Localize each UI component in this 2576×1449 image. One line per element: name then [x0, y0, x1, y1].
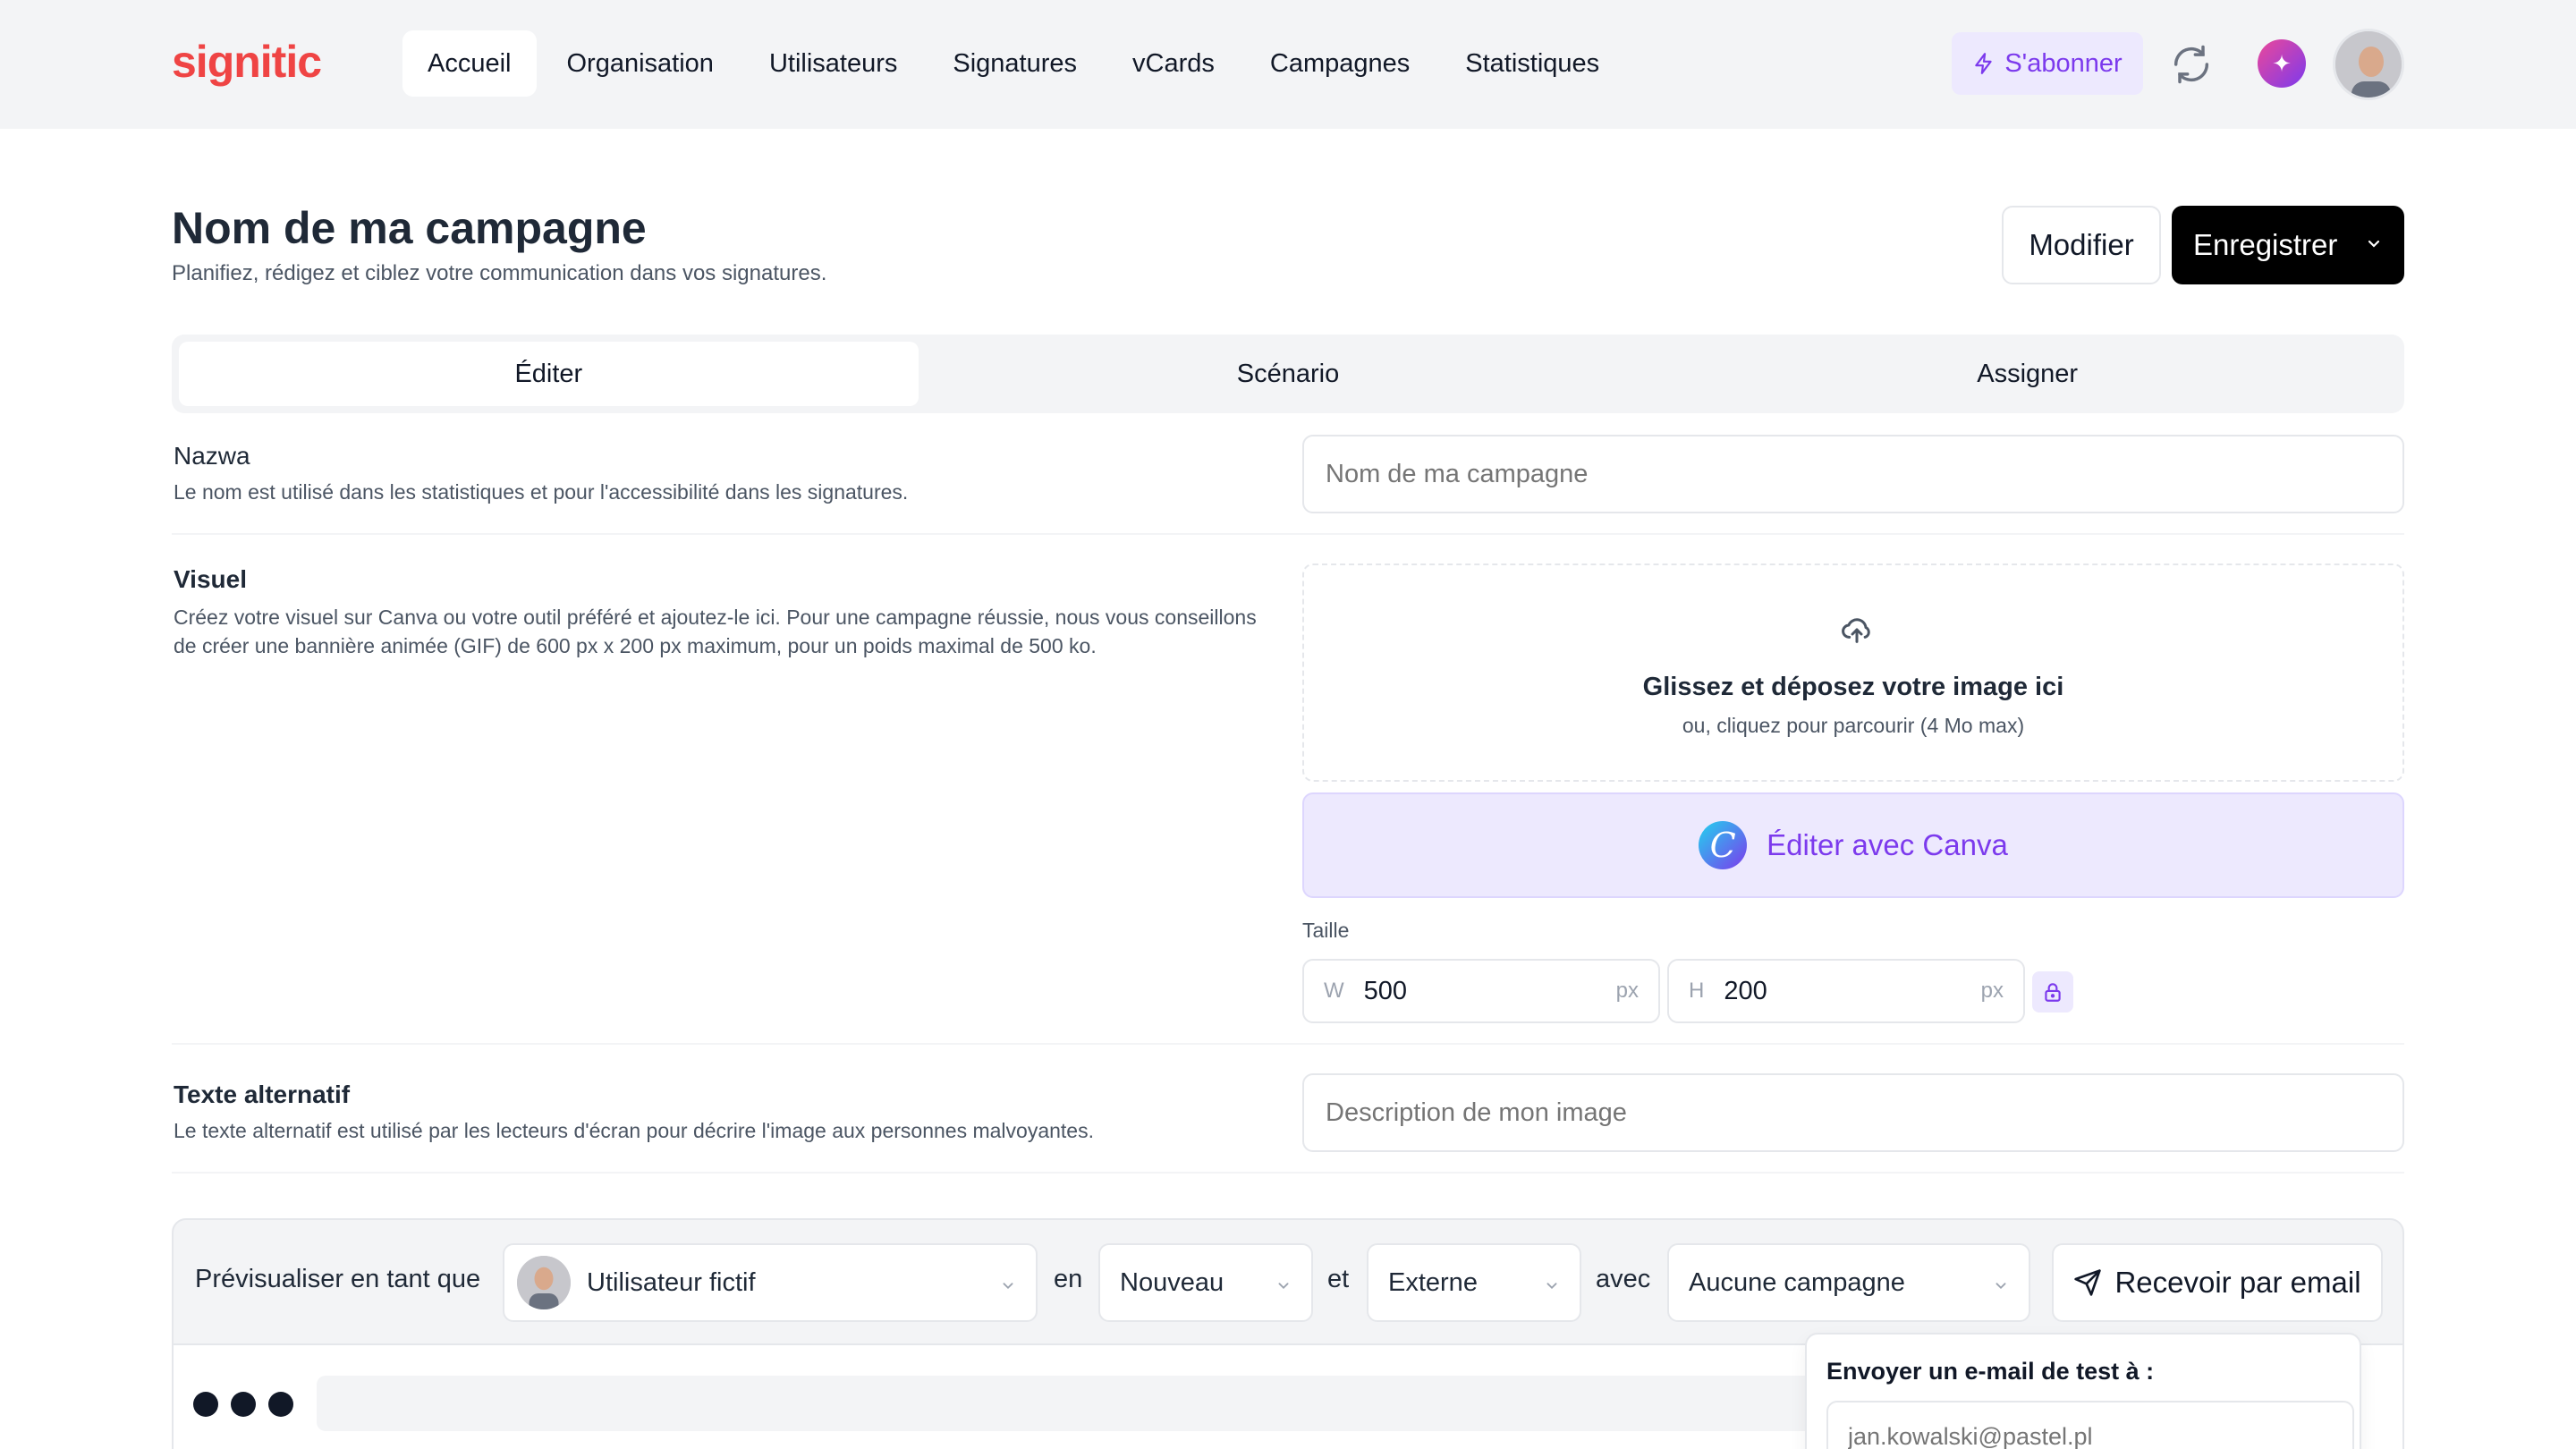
- divider: [172, 1172, 2404, 1174]
- preview-word-et: et: [1327, 1265, 1350, 1293]
- subscribe-button[interactable]: S'abonner: [1952, 32, 2143, 95]
- name-label: Nazwa: [174, 442, 250, 470]
- name-help: Le nom est utilisé dans les statistiques…: [174, 480, 909, 504]
- selected-status: Nouveau: [1120, 1267, 1224, 1297]
- image-dropzone[interactable]: Glissez et déposez votre image ici ou, c…: [1302, 564, 2404, 782]
- preview-status-select[interactable]: Nouveau: [1098, 1243, 1313, 1322]
- chevron-down-icon: [1278, 1283, 1289, 1290]
- alt-text-input[interactable]: [1302, 1073, 2404, 1152]
- nav-item-organisation[interactable]: Organisation: [542, 30, 739, 97]
- test-email-title: Envoyer un e-mail de test à :: [1826, 1358, 2155, 1385]
- tab-editer[interactable]: Éditer: [179, 342, 919, 406]
- selected-campaign: Aucune campagne: [1689, 1267, 1905, 1297]
- width-unit: px: [1615, 979, 1639, 1003]
- test-email-input[interactable]: [1826, 1401, 2354, 1449]
- ai-sparkle-icon[interactable]: ✦: [2258, 39, 2306, 88]
- preview-word-avec: avec: [1596, 1265, 1651, 1293]
- user-avatar[interactable]: [2333, 29, 2404, 100]
- canva-label: Éditer avec Canva: [1767, 828, 2008, 861]
- window-dot: [268, 1392, 293, 1417]
- window-dot: [193, 1392, 218, 1417]
- divider: [172, 533, 2404, 535]
- dropzone-title: Glissez et déposez votre image ici: [1642, 673, 2064, 701]
- visual-label: Visuel: [174, 565, 247, 593]
- save-button[interactable]: Enregistrer: [2172, 206, 2404, 284]
- chevron-down-icon: [1996, 1283, 2006, 1290]
- divider: [172, 1043, 2404, 1045]
- main-nav: Accueil Organisation Utilisateurs Signat…: [402, 30, 1624, 97]
- modify-button[interactable]: Modifier: [2002, 206, 2161, 284]
- height-value: 200: [1724, 976, 1767, 1005]
- preview-user-select[interactable]: Utilisateur fictif: [503, 1243, 1038, 1322]
- nav-item-statistiques[interactable]: Statistiques: [1440, 30, 1624, 97]
- preview-prefix: Prévisualiser en tant que: [195, 1265, 481, 1293]
- avatar: [517, 1256, 571, 1309]
- campaign-tabs: Éditer Scénario Assigner: [172, 335, 2404, 413]
- preview-campaign-select[interactable]: Aucune campagne: [1667, 1243, 2030, 1322]
- alt-text-help: Le texte alternatif est utilisé par les …: [174, 1119, 1094, 1142]
- nav-item-vcards[interactable]: vCards: [1107, 30, 1240, 97]
- window-dot: [231, 1392, 256, 1417]
- canva-logo-icon: C: [1699, 821, 1748, 869]
- subscribe-label: S'abonner: [2004, 48, 2123, 78]
- preview-toolbar: Prévisualiser en tant que Utilisateur fi…: [174, 1220, 2402, 1343]
- app-logo[interactable]: signitic: [172, 36, 322, 88]
- dropzone-subtitle: ou, cliquez pour parcourir (4 Mo max): [1682, 714, 2025, 737]
- preview-word-en: en: [1054, 1265, 1083, 1293]
- page-title: Nom de ma campagne: [172, 203, 647, 253]
- campaign-name-input[interactable]: [1302, 435, 2404, 513]
- nav-item-accueil[interactable]: Accueil: [402, 30, 537, 97]
- edit-with-canva-button[interactable]: C Éditer avec Canva: [1302, 792, 2404, 898]
- page-subtitle: Planifiez, rédigez et ciblez votre commu…: [172, 261, 827, 285]
- size-label: Taille: [1302, 919, 1350, 942]
- visual-help: Créez votre visuel sur Canva ou votre ou…: [174, 606, 1257, 657]
- save-label: Enregistrer: [2193, 228, 2338, 261]
- upload-cloud-icon: [1842, 618, 1870, 643]
- send-icon: [2074, 1269, 2102, 1296]
- test-email-popover: Envoyer un e-mail de test à :: [1805, 1333, 2361, 1449]
- height-unit: px: [1980, 979, 2004, 1003]
- chevron-down-icon: [1003, 1283, 1013, 1290]
- width-value: 500: [1363, 976, 1408, 1005]
- nav-item-campagnes[interactable]: Campagnes: [1245, 30, 1435, 97]
- height-prefix: H: [1689, 979, 1705, 1003]
- nav-item-signatures[interactable]: Signatures: [928, 30, 1102, 97]
- sync-icon[interactable]: [2165, 38, 2218, 91]
- tab-scenario[interactable]: Scénario: [919, 342, 1658, 406]
- chevron-down-icon: [1546, 1283, 1557, 1290]
- selected-user: Utilisateur fictif: [587, 1267, 756, 1297]
- height-input[interactable]: H 200 px: [1667, 959, 2025, 1023]
- preview-audience-select[interactable]: Externe: [1367, 1243, 1581, 1322]
- receive-by-email-button[interactable]: Recevoir par email: [2052, 1243, 2383, 1322]
- tab-assigner[interactable]: Assigner: [1657, 342, 2397, 406]
- chevron-down-icon[interactable]: [2363, 233, 2385, 254]
- width-input[interactable]: W 500 px: [1302, 959, 1660, 1023]
- width-prefix: W: [1324, 979, 1344, 1003]
- alt-text-label: Texte alternatif: [174, 1080, 351, 1108]
- nav-item-utilisateurs[interactable]: Utilisateurs: [744, 30, 922, 97]
- selected-audience: Externe: [1388, 1267, 1478, 1297]
- window-dots: [193, 1392, 293, 1417]
- email-button-label: Recevoir par email: [2114, 1266, 2361, 1299]
- lock-ratio-icon[interactable]: [2032, 971, 2073, 1013]
- lightning-icon: [1975, 53, 1993, 74]
- top-navigation: signitic Accueil Organisation Utilisateu…: [0, 0, 2576, 129]
